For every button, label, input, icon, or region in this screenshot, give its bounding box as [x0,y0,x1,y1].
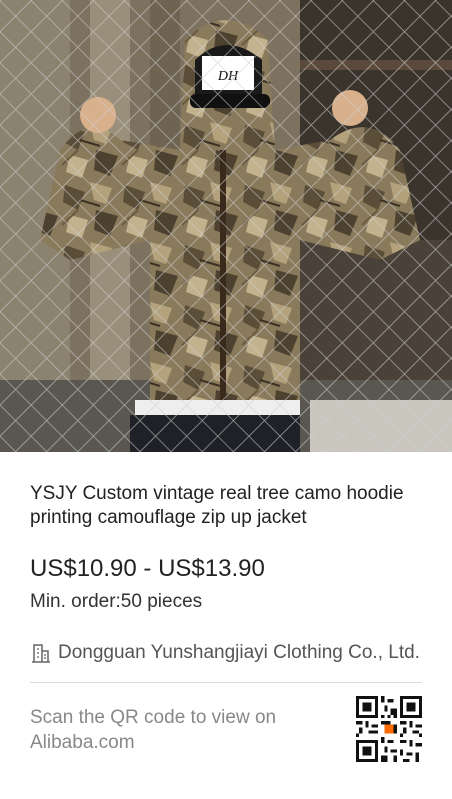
qr-footer: Scan the QR code to view on Alibaba.com [30,696,422,766]
price-range: US$10.90 - US$13.90 [30,555,265,582]
building-icon [32,644,50,663]
product-image[interactable]: DH [0,0,452,452]
qr-accent [384,724,394,734]
supplier-row[interactable]: Dongguan Yunshangjiayi Clothing Co., Ltd… [30,640,422,666]
qr-code-icon[interactable] [356,696,422,762]
scan-instructions: Scan the QR code to view on Alibaba.com [30,707,277,753]
supplier-name: Dongguan Yunshangjiayi Clothing Co., Ltd… [58,642,420,663]
product-info: YSJY Custom vintage real tree camo hoodi… [30,452,422,683]
product-photo: DH [0,0,452,452]
min-order: Min. order:50 pieces [30,591,203,612]
divider [30,682,422,683]
product-title[interactable]: YSJY Custom vintage real tree camo hoodi… [30,482,422,530]
